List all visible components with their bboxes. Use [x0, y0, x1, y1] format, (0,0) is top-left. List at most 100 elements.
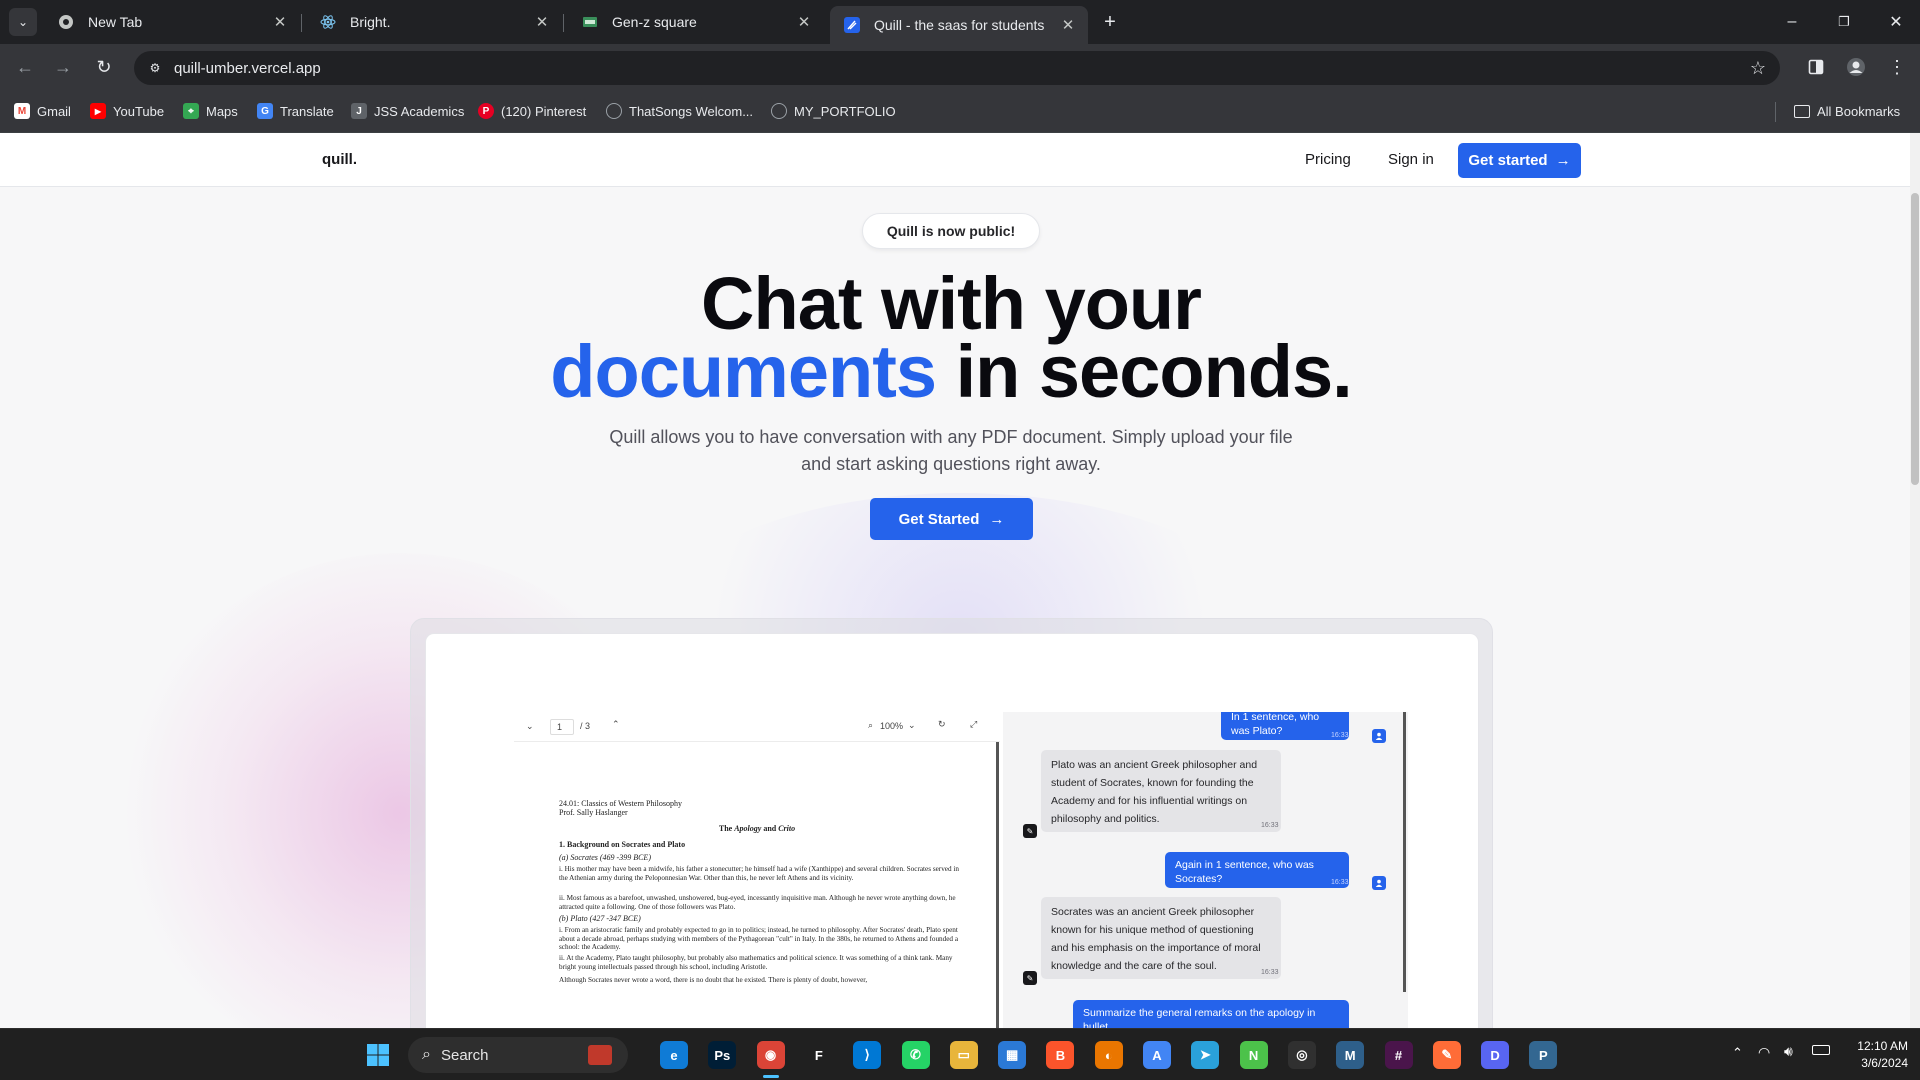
user-message: In 1 sentence, who was Plato?	[1221, 712, 1349, 740]
bookmark-pinterest[interactable]: P (120) Pinterest	[478, 101, 586, 121]
chevron-down-icon[interactable]: ⌄	[526, 721, 534, 732]
figma-icon[interactable]: F	[804, 1041, 833, 1069]
file-explorer-icon[interactable]: ▭	[949, 1041, 978, 1069]
bookmarks-bar: M Gmail ▶ YouTube ⌖ Maps G Translate J JSS Ac…	[0, 90, 1920, 133]
zoom-level[interactable]: 100%	[880, 721, 903, 731]
search-icon[interactable]: ⌕	[868, 720, 873, 731]
pdf-section-heading: 1. Background on Socrates and Plato	[559, 840, 686, 849]
genz-icon	[582, 14, 598, 30]
blender-icon[interactable]: ◐	[1094, 1041, 1123, 1069]
telegram-icon[interactable]: ➤	[1191, 1041, 1220, 1069]
pdf-scrollbar[interactable]	[996, 742, 999, 1028]
bookmark-label: ThatSongs Welcom...	[629, 103, 754, 119]
bookmark-label: YouTube	[113, 103, 165, 119]
minimize-button[interactable]: –	[1780, 10, 1804, 34]
arrow-right-icon: →	[1555, 152, 1571, 169]
pdf-paragraph: i. From an aristocratic family and proba…	[559, 926, 959, 951]
brave-icon[interactable]: B	[1046, 1041, 1075, 1069]
bookmark-youtube[interactable]: ▶ YouTube	[90, 101, 164, 121]
obs-icon[interactable]: ◎	[1287, 1041, 1316, 1069]
chat-scrollbar[interactable]	[1403, 712, 1406, 992]
tab-bright[interactable]: Bright. ✕	[306, 6, 562, 38]
quill-bot-avatar-icon: ✎	[1023, 824, 1037, 838]
edge-icon[interactable]: e	[660, 1041, 688, 1069]
tab-quill[interactable]: Quill - the saas for students ✕	[830, 6, 1088, 44]
site-logo[interactable]: quill.	[322, 151, 357, 168]
all-bookmarks-button[interactable]: All Bookmarks	[1794, 101, 1900, 121]
translate-icon: G	[257, 103, 273, 119]
close-icon[interactable]: ✕	[1058, 15, 1078, 35]
bookmark-jss-academics[interactable]: J JSS Academics	[351, 101, 464, 121]
page-scrollbar[interactable]	[1910, 133, 1920, 1028]
side-panel-icon[interactable]	[1801, 52, 1831, 82]
restore-button[interactable]: ❐	[1832, 10, 1856, 34]
bookmark-gmail[interactable]: M Gmail	[14, 101, 71, 121]
tab-label: Gen-z square	[612, 14, 697, 30]
android-studio-icon[interactable]: A	[1143, 1041, 1171, 1069]
nav-pricing-link[interactable]: Pricing	[1305, 151, 1351, 168]
chevron-up-icon[interactable]: ⌃	[1732, 1045, 1743, 1061]
pdf-title-part: Crito	[778, 824, 796, 833]
postman-icon[interactable]: ✎	[1432, 1041, 1461, 1069]
pdf-paragraph: i. His mother may have been a midwife, h…	[559, 865, 959, 882]
hero-get-started-button[interactable]: Get Started →	[870, 498, 1033, 540]
profile-avatar[interactable]	[1841, 52, 1871, 82]
close-icon[interactable]: ✕	[270, 12, 290, 32]
tab-genz-square[interactable]: Gen-z square ✕	[568, 6, 824, 38]
pdf-paragraph: Although Socrates never wrote a word, th…	[559, 976, 868, 984]
menu-kebab-icon[interactable]: ⋮	[1882, 52, 1912, 82]
notepad-icon[interactable]: N	[1239, 1041, 1268, 1069]
tab-search-button[interactable]: ⌄	[9, 8, 37, 36]
rotate-icon[interactable]: ↻	[938, 719, 946, 730]
fullscreen-icon[interactable]: ⤢	[970, 719, 977, 730]
close-icon[interactable]: ✕	[532, 12, 552, 32]
tab-new-tab[interactable]: New Tab ✕	[44, 6, 300, 38]
nav-get-started-button[interactable]: Get started →	[1458, 143, 1581, 178]
close-icon[interactable]: ✕	[794, 12, 814, 32]
chevron-down-icon[interactable]: ⌄	[908, 720, 916, 731]
user-message: Summarize the general remarks on the apo…	[1073, 1000, 1349, 1028]
chrome-icon[interactable]: ◉	[756, 1041, 785, 1069]
postgres-icon[interactable]: P	[1529, 1041, 1558, 1069]
discord-icon[interactable]: D	[1481, 1041, 1510, 1069]
site-info-icon[interactable]: ⚙	[146, 59, 164, 77]
vscode-icon[interactable]: ⟩	[853, 1041, 882, 1069]
arrow-right-icon: →	[989, 510, 1005, 528]
system-clock[interactable]: 12:10 AM 3/6/2024	[1838, 1038, 1908, 1072]
whatsapp-icon[interactable]: ✆	[901, 1041, 930, 1069]
close-window-button[interactable]: ✕	[1884, 10, 1908, 34]
tab-divider	[563, 14, 564, 32]
windows-start-icon[interactable]	[364, 1041, 392, 1069]
back-button[interactable]: ←	[10, 52, 40, 82]
active-app-indicator	[762, 1075, 779, 1078]
nav-signin-link[interactable]: Sign in	[1388, 151, 1434, 168]
headline-rest: in seconds.	[936, 330, 1353, 413]
forward-button[interactable]: →	[48, 52, 78, 82]
taskbar-search[interactable]: ⌕ Search	[408, 1037, 628, 1073]
chevron-up-icon[interactable]: ⌃	[612, 719, 620, 730]
bookmark-star-icon[interactable]: ☆	[1750, 58, 1766, 79]
pdf-header-line: 24.01: Classics of Western Philosophy	[559, 799, 682, 808]
mysql-icon[interactable]: M	[1336, 1041, 1365, 1069]
slack-icon[interactable]: #	[1384, 1041, 1413, 1069]
address-bar[interactable]: ⚙ quill-umber.vercel.app ☆	[134, 51, 1780, 85]
battery-icon[interactable]	[1812, 1045, 1830, 1055]
globe-icon	[771, 103, 787, 119]
store-icon[interactable]: ▦	[998, 1041, 1027, 1069]
page-input[interactable]: 1	[550, 719, 574, 735]
message-text: Plato was an ancient Greek philosopher a…	[1051, 759, 1258, 825]
reload-button[interactable]: ↻	[89, 52, 119, 82]
windows-taskbar: ⌕ Search e Ps ◉ F ⟩ ✆ ▭ ▦ B ◐ A ➤ N ◎ M # ✎ D P ⌃ ◠ 🔊︎ 12:…	[0, 1028, 1920, 1080]
assistant-message: Plato was an ancient Greek philosopher a…	[1041, 750, 1281, 832]
bookmark-portfolio[interactable]: MY_PORTFOLIO	[771, 101, 896, 121]
new-tab-button[interactable]: +	[1098, 10, 1122, 34]
bookmark-thatsongs[interactable]: ThatSongs Welcom...	[606, 101, 753, 121]
volume-icon[interactable]: 🔊︎	[1784, 1043, 1793, 1060]
pdf-toolbar: ⌄ 1 / 3 ⌃ ⌕ 100% ⌄ ↻ ⤢	[514, 712, 1000, 742]
photoshop-icon[interactable]: Ps	[708, 1041, 737, 1069]
scrollbar-thumb[interactable]	[1911, 193, 1919, 485]
wifi-icon[interactable]: ◠	[1758, 1044, 1770, 1061]
bookmark-translate[interactable]: G Translate	[257, 101, 334, 121]
bookmarks-divider	[1775, 102, 1776, 122]
bookmark-maps[interactable]: ⌖ Maps	[183, 101, 238, 121]
